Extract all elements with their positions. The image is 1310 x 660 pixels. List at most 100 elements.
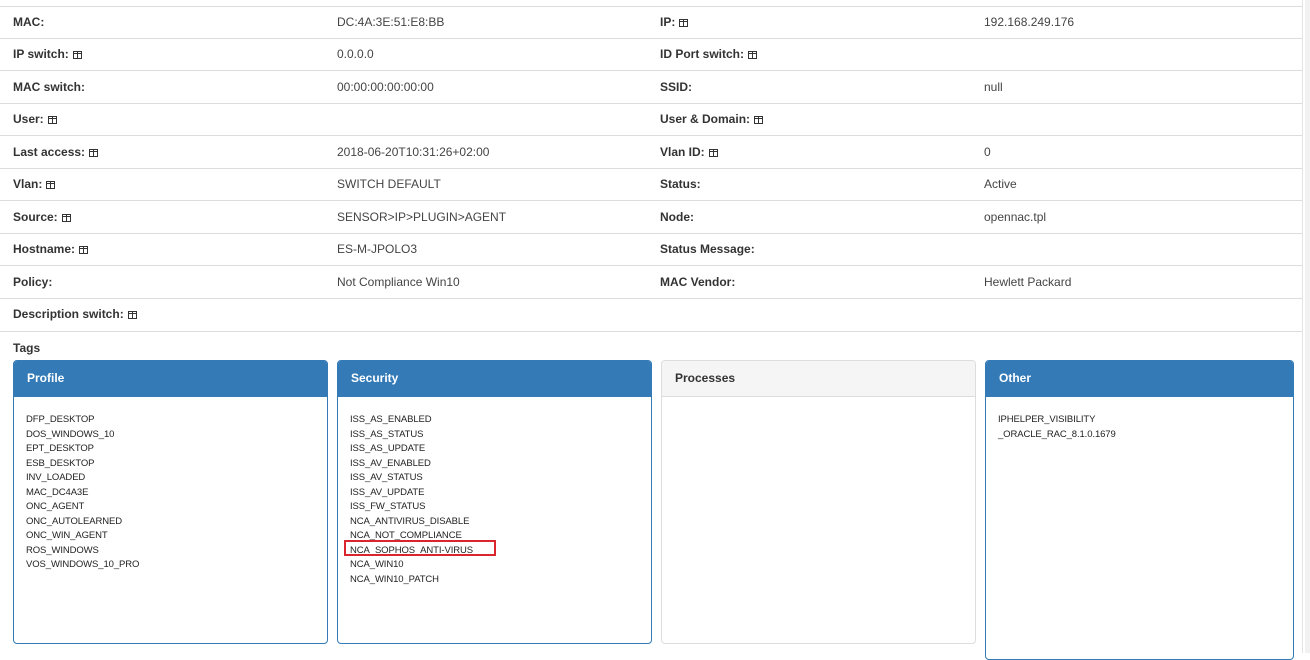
detail-value-cell xyxy=(971,37,1302,71)
detail-label-cell: Status: xyxy=(647,167,971,201)
tag-item: ESB_DESKTOP xyxy=(26,457,95,469)
detail-value-cell: 0 xyxy=(971,135,1302,168)
detail-row: Vlan: SWITCH DEFAULT Status: Active xyxy=(0,167,1302,201)
detail-value-cell xyxy=(971,102,1302,136)
detail-value: opennac.tpl xyxy=(984,209,1047,224)
detail-label: Node: xyxy=(660,209,694,224)
detail-label: SSID: xyxy=(660,79,693,94)
detail-label: MAC Vendor: xyxy=(660,274,736,289)
detail-value-cell: 00:00:00:00:00:00 xyxy=(324,70,647,103)
tag-item: ONC_WIN_AGENT xyxy=(26,530,108,541)
detail-value: 00:00:00:00:00:00 xyxy=(337,79,434,94)
detail-value-cell: null xyxy=(971,70,1302,103)
table-columns-icon[interactable] xyxy=(46,181,56,190)
detail-value: SWITCH DEFAULT xyxy=(337,177,441,192)
detail-label: Source: xyxy=(13,209,58,224)
detail-row: Hostname: ES-M-JPOLO3 Status Message: xyxy=(0,232,1302,266)
table-columns-icon[interactable] xyxy=(127,311,137,320)
detail-row: Policy: Not Compliance Win10 MAC Vendor: He… xyxy=(0,265,1302,298)
detail-value-cell: Not Compliance Win10 xyxy=(324,265,647,298)
tag-item: IPHELPER_VISIBILITY xyxy=(998,414,1096,425)
page-right-edge xyxy=(1302,0,1303,653)
detail-value-cell: SWITCH DEFAULT xyxy=(324,167,647,201)
detail-value-cell: Active xyxy=(971,167,1302,201)
tags-separator xyxy=(0,331,1302,332)
panel-tag-list xyxy=(662,397,975,413)
panel-tag-list: DFP_DESKTOP DOS_WINDOWS_10 EPT_DESKTOP ESB_… xyxy=(14,397,327,573)
detail-label: Policy: xyxy=(13,274,53,289)
detail-label-cell: User: xyxy=(0,102,324,136)
detail-value-cell xyxy=(971,297,1302,330)
detail-value: 2018-06-20T10:31:26+02:00 xyxy=(337,144,490,159)
detail-value: null xyxy=(984,79,1003,94)
table-columns-icon[interactable] xyxy=(708,148,718,157)
detail-value-cell xyxy=(324,102,647,136)
tag-item: ISS_AV_UPDATE xyxy=(350,486,425,498)
detail-label-cell: Node: xyxy=(647,200,971,233)
detail-label: Description switch: xyxy=(13,307,124,322)
table-columns-icon[interactable] xyxy=(89,148,99,157)
detail-row: Last access: 2018-06-20T10:31:26+02:00 Vla… xyxy=(0,135,1302,168)
tag-item: EPT_DESKTOP xyxy=(26,443,94,454)
detail-label: Last access: xyxy=(13,144,86,159)
detail-label-cell: MAC switch: xyxy=(0,70,324,103)
tag-item: DOS_WINDOWS_10 xyxy=(26,428,115,440)
detail-label-cell: Description switch: xyxy=(0,297,324,330)
detail-row: User: User & Domain: xyxy=(0,102,1302,136)
detail-value: DC:4A:3E:51:E8:BB xyxy=(337,14,445,29)
tag-item: ROS_WINDOWS xyxy=(26,544,99,556)
detail-value: Active xyxy=(984,177,1017,192)
detail-label: User & Domain: xyxy=(660,112,751,127)
tag-item: ISS_AV_STATUS xyxy=(350,472,423,483)
detail-label: Vlan: xyxy=(13,177,43,192)
detail-label: IP switch: xyxy=(13,47,69,62)
security-panel: Security ISS_AS_ENABLED ISS_AS_STATUS ISS_… xyxy=(337,360,652,644)
detail-label-cell: MAC: xyxy=(0,6,324,38)
detail-value-cell xyxy=(324,297,647,330)
table-columns-icon[interactable] xyxy=(72,51,82,60)
detail-value-cell: Hewlett Packard xyxy=(971,265,1302,298)
tag-item: ISS_AS_STATUS xyxy=(350,428,424,440)
panel-title: Profile xyxy=(14,361,327,397)
panel-tag-list: IPHELPER_VISIBILITY _ORACLE_RAC_8.1.0.167… xyxy=(986,397,1293,442)
detail-value-cell: 2018-06-20T10:31:26+02:00 xyxy=(324,135,647,168)
detail-value-cell xyxy=(971,232,1302,266)
detail-label: MAC switch: xyxy=(13,79,85,94)
tag-item: NCA_ANTIVIRUS_DISABLE xyxy=(350,515,470,527)
table-columns-icon[interactable] xyxy=(679,18,689,27)
table-columns-icon[interactable] xyxy=(79,246,89,255)
tag-item: ISS_FW_STATUS xyxy=(350,501,426,512)
detail-value-cell: opennac.tpl xyxy=(971,200,1302,233)
detail-label-cell: Hostname: xyxy=(0,232,324,266)
scrollbar[interactable] xyxy=(1305,0,1310,653)
table-columns-icon[interactable] xyxy=(754,116,764,125)
detail-label-cell xyxy=(647,297,971,330)
table-columns-icon[interactable] xyxy=(748,51,758,60)
profile-panel: Profile DFP_DESKTOP DOS_WINDOWS_10 EPT_DES… xyxy=(13,360,328,644)
panel-title: Other xyxy=(986,361,1293,397)
detail-label: Status: xyxy=(660,177,701,192)
detail-row: IP switch: 0.0.0.0 ID Port switch: xyxy=(0,37,1302,71)
detail-label: ID Port switch: xyxy=(660,47,745,62)
detail-label: Hostname: xyxy=(13,242,76,257)
detail-value-cell: 0.0.0.0 xyxy=(324,37,647,71)
tag-item: NCA_WIN10 xyxy=(350,559,404,570)
detail-label-cell: Vlan: xyxy=(0,167,324,201)
detail-value: 192.168.249.176 xyxy=(984,14,1075,29)
detail-label: User: xyxy=(13,112,44,127)
detail-row: Description switch: xyxy=(0,297,1302,330)
detail-value-cell: 192.168.249.176 xyxy=(971,6,1302,38)
detail-label-cell: MAC Vendor: xyxy=(647,265,971,298)
detail-value-cell: SENSOR>IP>PLUGIN>AGENT xyxy=(324,200,647,233)
table-columns-icon[interactable] xyxy=(47,116,57,125)
detail-label-cell: Last access: xyxy=(0,135,324,168)
tag-item: ONC_AGENT xyxy=(26,501,85,512)
table-columns-icon[interactable] xyxy=(61,213,71,222)
detail-row: MAC switch: 00:00:00:00:00:00 SSID: null xyxy=(0,70,1302,103)
processes-panel: Processes xyxy=(661,360,976,644)
detail-value-cell: DC:4A:3E:51:E8:BB xyxy=(324,6,647,38)
detail-row: Source: SENSOR>IP>PLUGIN>AGENT Node: openna… xyxy=(0,200,1302,233)
detail-label-cell: User & Domain: xyxy=(647,102,971,136)
panel-title: Processes xyxy=(662,361,975,397)
panel-title: Security xyxy=(338,361,651,397)
